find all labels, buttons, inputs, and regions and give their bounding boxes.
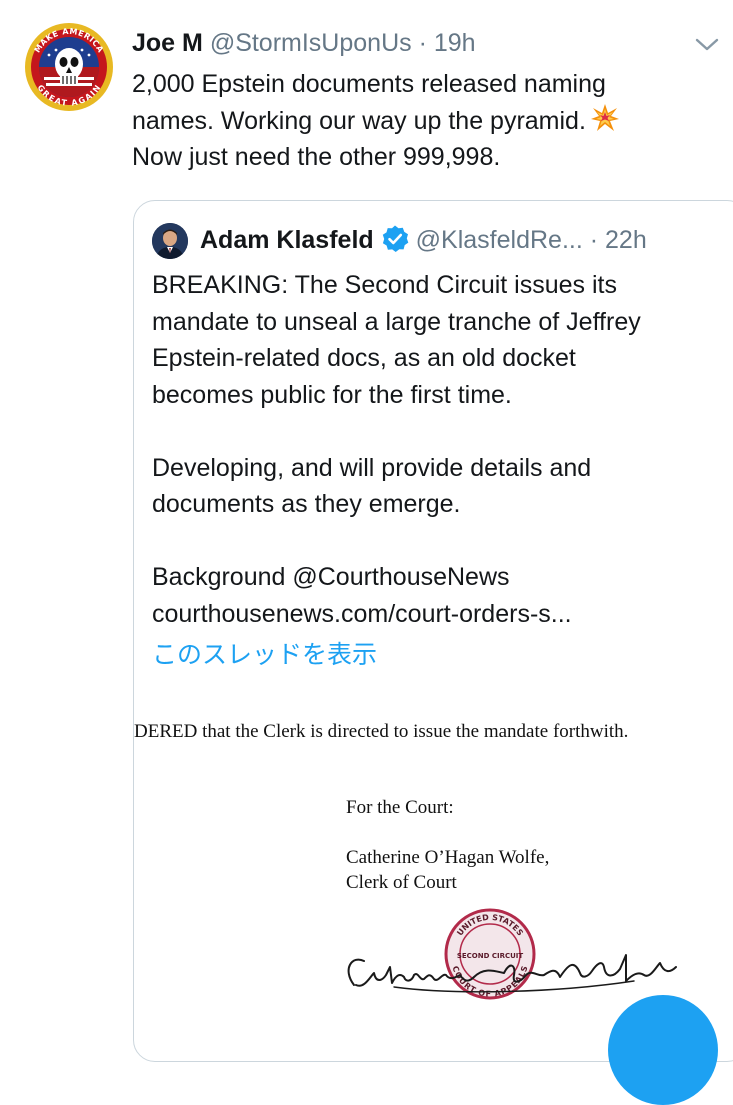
person-avatar-icon xyxy=(152,223,188,259)
quoted-text-line: Developing, and will provide details and xyxy=(152,453,592,482)
tweet-text-line-with-emoji: names. Working our way up the pyramid. xyxy=(132,103,722,140)
collision-emoji-icon xyxy=(590,103,619,131)
verified-badge-icon xyxy=(382,225,408,252)
document-order-text: DERED that the Clerk is directed to issu… xyxy=(134,721,629,742)
tweet-options-button[interactable] xyxy=(692,30,722,60)
quoted-text-line: BREAKING: The Second Circuit issues its xyxy=(152,271,617,299)
quoted-text-line: courthousenews.com/court-orders-s... xyxy=(152,599,572,628)
tweet-text-line: Now just need the other 999,998. xyxy=(132,143,501,171)
document-signer-title: Clerk of Court xyxy=(346,872,457,893)
tweet-header: Joe M @StormIsUponUs · 19h xyxy=(132,26,476,60)
chevron-down-icon xyxy=(695,38,719,51)
document-for-court-text: For the Court: xyxy=(346,797,454,818)
tweet-text-line: names. Working our way up the pyramid. xyxy=(132,106,586,135)
quoted-text-line: mandate to unseal a large tranche of Jef… xyxy=(152,307,641,336)
quoted-tweet-body: BREAKING: The Second Circuit issues its … xyxy=(152,267,732,632)
compose-tweet-button[interactable] xyxy=(608,995,718,1105)
separator-dot: · xyxy=(589,226,599,254)
tweet-timestamp[interactable]: 19h xyxy=(434,29,476,57)
handwritten-signature-icon xyxy=(347,954,677,993)
quoted-text-line: becomes public for the first time. xyxy=(152,380,512,409)
quoted-tweet-header: Adam Klasfeld @KlasfeldRe... · 22h xyxy=(200,222,647,258)
tweet[interactable]: MAKE AMERICA GREAT AGAIN Joe M @StormIsU… xyxy=(0,0,733,1105)
quoted-text-line: documents as they emerge. xyxy=(152,490,461,518)
quoted-author-avatar[interactable] xyxy=(152,223,188,259)
separator-dot: · xyxy=(418,29,427,57)
show-thread-link[interactable]: このスレッドを表示 xyxy=(152,637,377,673)
quoted-text-line: Epstein-related docs, as an old docket xyxy=(152,344,576,372)
author-handle[interactable]: @StormIsUponUs xyxy=(210,29,412,57)
author-name[interactable]: Joe M xyxy=(132,29,203,57)
quoted-tweet-timestamp[interactable]: 22h xyxy=(605,226,647,254)
avatar-logo-icon: MAKE AMERICA GREAT AGAIN xyxy=(25,23,113,111)
quoted-author-handle[interactable]: @KlasfeldRe... xyxy=(416,226,583,254)
quoted-author-name[interactable]: Adam Klasfeld xyxy=(200,226,374,254)
user-avatar[interactable]: MAKE AMERICA GREAT AGAIN xyxy=(24,22,114,112)
quoted-text-line: Background @CourthouseNews xyxy=(152,563,510,591)
tweet-body: 2,000 Epstein documents released naming … xyxy=(132,66,722,176)
document-signer-name: Catherine O’Hagan Wolfe, xyxy=(346,847,550,868)
tweet-text-line: 2,000 Epstein documents released naming xyxy=(132,70,606,98)
quoted-tweet-card[interactable]: Adam Klasfeld @KlasfeldRe... · 22h BREAK… xyxy=(133,200,733,1062)
